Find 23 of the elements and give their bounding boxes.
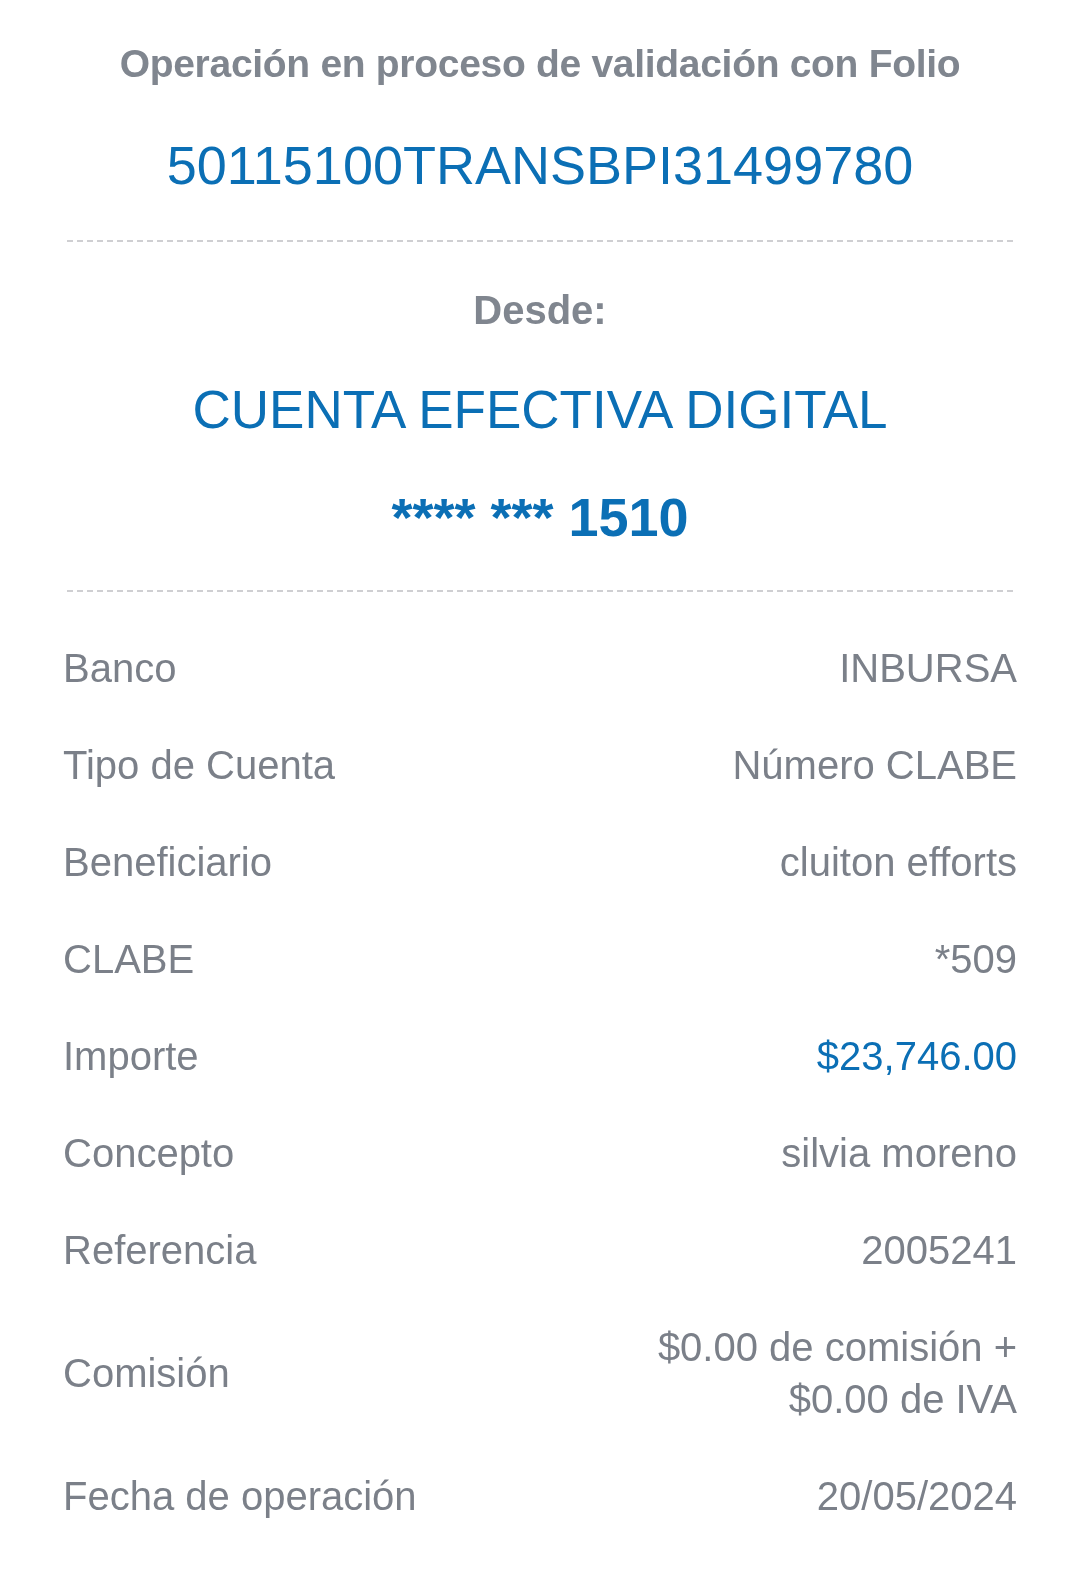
detail-value: cluiton efforts	[779, 838, 1017, 886]
detail-value: 2005241	[861, 1226, 1017, 1274]
status-message: Operación en proceso de validación con Folio	[119, 41, 961, 87]
detail-value: *509	[934, 935, 1017, 983]
detail-value: Número CLABE	[732, 741, 1017, 789]
detail-value: silvia moreno	[781, 1129, 1017, 1177]
detail-label: Concepto	[63, 1129, 235, 1177]
detail-value: $0.00 de comisión + $0.00 de IVA	[656, 1323, 1017, 1423]
detail-value: $23,746.00	[816, 1032, 1017, 1080]
detail-label: Fecha de operación	[63, 1472, 417, 1520]
detail-value: 20/05/2024	[816, 1472, 1017, 1520]
detail-label: Beneficiario	[63, 838, 272, 886]
account-number: **** *** 1510	[391, 486, 689, 549]
detail-label: Importe	[63, 1032, 199, 1080]
detail-label: CLABE	[63, 935, 195, 983]
detail-value: INBURSA	[839, 644, 1017, 692]
detail-label: Banco	[63, 644, 177, 692]
from-label: Desde:	[473, 287, 607, 334]
folio-number: 50115100TRANSBPI31499780	[166, 134, 914, 197]
account-name: CUENTA EFECTIVA DIGITAL	[192, 379, 888, 441]
detail-label: Tipo de Cuenta	[63, 741, 336, 789]
detail-label: Comisión	[63, 1349, 230, 1397]
detail-label: Referencia	[63, 1226, 257, 1274]
